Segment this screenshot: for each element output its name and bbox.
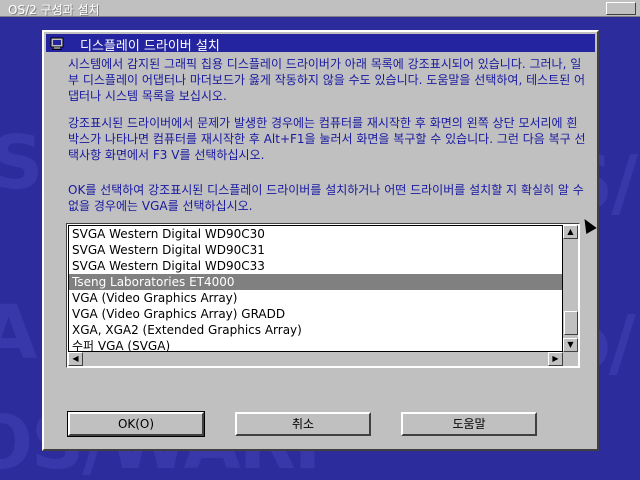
list-item[interactable]: SVGA Western Digital WD90C33 — [69, 258, 562, 274]
info-paragraph-3: OK를 선택하여 강조표시된 디스플레이 드라이버를 설치하거나 어떤 드라이버… — [68, 183, 584, 213]
window-control-button[interactable] — [606, 2, 636, 15]
driver-list: SVGA Western Digital WD90C30 SVGA Wester… — [68, 225, 563, 352]
list-item[interactable]: XGA, XGA2 (Extended Graphics Array) — [69, 322, 562, 338]
list-item[interactable]: VGA (Video Graphics Array) — [69, 290, 562, 306]
list-item[interactable]: SVGA Western Digital WD90C30 — [69, 226, 562, 242]
cancel-button[interactable]: 취소 — [235, 412, 371, 436]
window-title: OS/2 구성과 설치 — [8, 3, 100, 17]
scroll-right-icon[interactable]: ▶ — [548, 352, 563, 366]
scrollbar-corner — [563, 352, 578, 366]
list-item[interactable]: 수퍼 VGA (SVGA) — [69, 338, 562, 351]
horizontal-scrollbar[interactable]: ◀ ▶ — [68, 352, 563, 366]
info-paragraph-1: 시스템에서 감지된 그래픽 칩용 디스플레이 드라이버가 아래 목록에 강조표시… — [68, 57, 586, 103]
vertical-scrollbar[interactable]: ▲ ▼ — [563, 225, 578, 352]
help-button[interactable]: 도움말 — [401, 412, 537, 436]
scroll-down-icon[interactable]: ▼ — [563, 338, 578, 352]
list-item[interactable]: SVGA Western Digital WD90C31 — [69, 242, 562, 258]
scroll-up-icon[interactable]: ▲ — [563, 225, 578, 239]
driver-listbox[interactable]: SVGA Western Digital WD90C30 SVGA Wester… — [66, 223, 580, 368]
list-item[interactable]: VGA (Video Graphics Array) GRADD — [69, 306, 562, 322]
window-titlebar: OS/2 구성과 설치 — [0, 0, 640, 17]
dialog-titlebar: 디스플레이 드라이버 설치 — [46, 34, 595, 54]
ok-button[interactable]: OK(O) — [67, 411, 205, 437]
vertical-scroll-thumb[interactable] — [564, 311, 578, 335]
list-item-selected[interactable]: Tseng Laboratories ET4000 — [69, 274, 562, 290]
scroll-left-icon[interactable]: ◀ — [68, 352, 83, 366]
monitor-icon[interactable] — [50, 36, 66, 50]
display-driver-dialog: 디스플레이 드라이버 설치 시스템에서 감지된 그래픽 칩용 디스플레이 드라이… — [42, 30, 599, 451]
dialog-title: 디스플레이 드라이버 설치 — [80, 39, 220, 54]
info-paragraph-2: 강조표시된 드라이버에서 문제가 발생한 경우에는 컴퓨터를 재시작한 후 화면… — [68, 116, 586, 162]
